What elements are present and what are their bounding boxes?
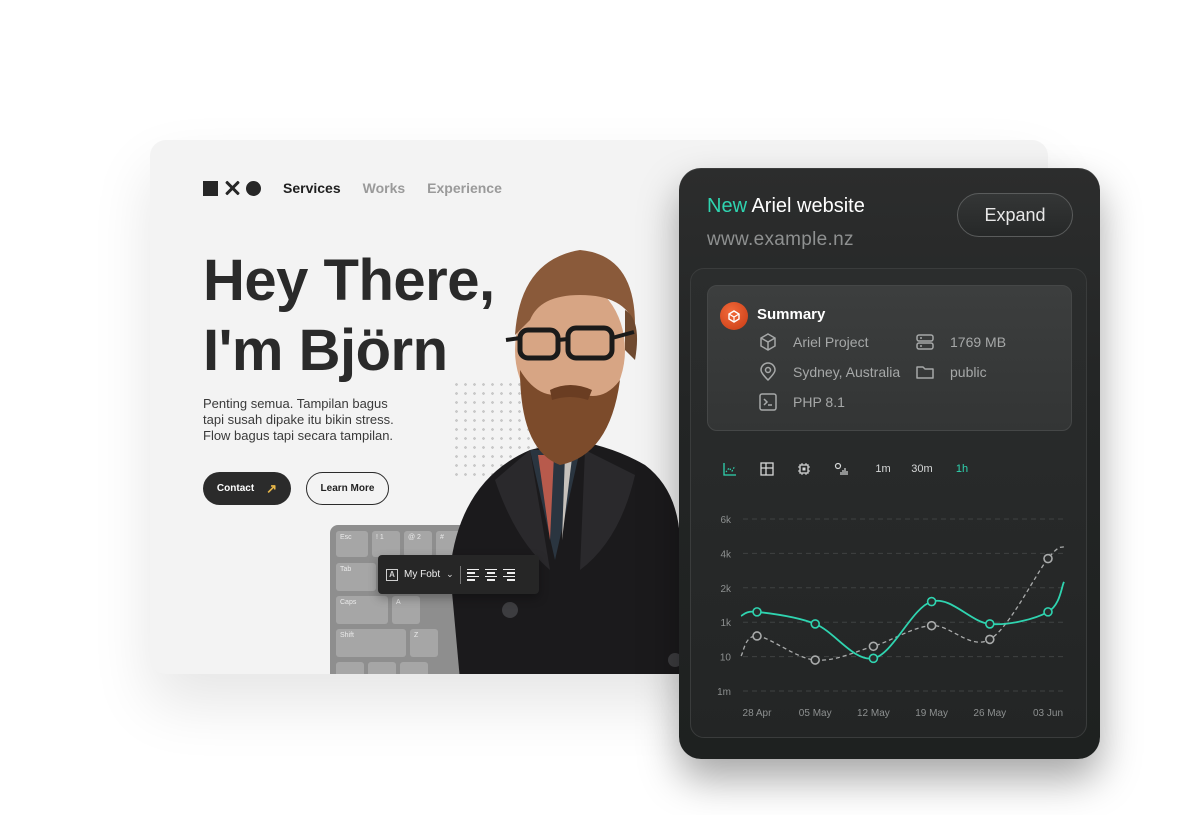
- data-point[interactable]: [1043, 607, 1053, 617]
- usage-line-chart: 1m 10 1k 2k 4k 6k 28 Apr 05 May 12 May 19 May 26 M…: [717, 515, 1065, 719]
- project-row: Ariel Project: [757, 331, 868, 353]
- hero-description: Penting semua. Tampilan bagus tapi susah…: [203, 396, 423, 444]
- hero-description-line-1: Penting semua. Tampilan bagus: [203, 396, 388, 411]
- font-icon[interactable]: A: [386, 568, 398, 581]
- site-logo[interactable]: [203, 180, 261, 196]
- terminal-icon: [757, 391, 779, 413]
- key-shift: Shift: [336, 629, 406, 657]
- nav-services[interactable]: Services: [283, 180, 341, 196]
- data-point[interactable]: [810, 619, 820, 629]
- key-caps: Caps: [336, 596, 388, 624]
- y-tick-label: 4k: [720, 549, 732, 560]
- logo-x-icon: [224, 180, 240, 196]
- server-icon: [914, 331, 936, 353]
- series-line-solid: [740, 581, 1065, 660]
- hero-description-line-2: tapi susah dipake itu bikin stress.: [203, 412, 394, 427]
- x-tick-label: 05 May: [799, 708, 832, 719]
- data-point[interactable]: [868, 641, 879, 652]
- key-a: A: [392, 596, 420, 624]
- hero-description-line-3: Flow bagus tapi secara tampilan.: [203, 428, 394, 443]
- location-value: Sydney, Australia: [793, 364, 901, 380]
- logo-circle-icon: [246, 180, 261, 196]
- storage-value: 1769 MB: [950, 334, 1007, 350]
- learn-more-button[interactable]: Learn More: [306, 472, 389, 505]
- x-tick-label: 03 Jun: [1033, 708, 1063, 719]
- project-badge-icon: [720, 302, 748, 330]
- stage: Services Works Experience Hey There, I'm…: [0, 0, 1194, 815]
- font-name-select[interactable]: My Fobt: [404, 569, 440, 580]
- project-name: Ariel Project: [793, 334, 869, 350]
- line-chart-icon[interactable]: [719, 459, 741, 479]
- portrait-photo: [450, 250, 680, 674]
- range-1m-tab[interactable]: 1m: [872, 459, 894, 479]
- key-tab: Tab: [336, 563, 376, 591]
- x-tick-label: 19 May: [915, 708, 948, 719]
- expand-button[interactable]: Expand: [957, 193, 1073, 237]
- storage-row: 1769 MB: [914, 331, 1006, 353]
- x-tick-label: 12 May: [857, 708, 890, 719]
- runtime-row: PHP 8.1: [757, 391, 845, 413]
- y-tick-label: 6k: [720, 515, 732, 526]
- toolbar-divider: [459, 565, 461, 584]
- x-tick-label: 28 Apr: [743, 708, 773, 719]
- site-url[interactable]: www.example.nz: [707, 229, 854, 251]
- data-point[interactable]: [984, 634, 995, 645]
- font-toolbar: A My Fobt ⌄: [378, 555, 539, 594]
- layout-icon[interactable]: [756, 459, 778, 479]
- data-point[interactable]: [984, 619, 995, 629]
- nav-experience[interactable]: Experience: [427, 180, 502, 196]
- location-pin-icon: [757, 361, 779, 383]
- new-tag: New: [707, 195, 748, 217]
- y-tick-label: 2k: [720, 584, 732, 595]
- deployment-panel: New Ariel website www.example.nz Expand …: [679, 168, 1100, 759]
- y-tick-label: 1m: [717, 687, 731, 698]
- range-30m-tab[interactable]: 30m: [909, 459, 935, 479]
- data-point[interactable]: [810, 655, 820, 665]
- align-left-icon[interactable]: [466, 568, 479, 581]
- summary-title: Summary: [757, 306, 826, 323]
- summary-box: Summary Ariel Project 1769 MB Sydney, Au…: [707, 285, 1072, 431]
- x-tick-label: 26 May: [973, 708, 1006, 719]
- contact-button[interactable]: Contact ↗: [203, 472, 291, 505]
- signal-icon[interactable]: [830, 459, 852, 479]
- logo-square-icon: [203, 180, 218, 196]
- contact-button-label: Contact: [216, 483, 255, 494]
- details-panel: Summary Ariel Project 1769 MB Sydney, Au…: [690, 268, 1087, 738]
- folder-value: public: [950, 364, 987, 380]
- key-blank: [368, 662, 396, 674]
- data-point[interactable]: [1043, 553, 1053, 564]
- nav-works[interactable]: Works: [363, 180, 406, 196]
- y-tick-label: 1k: [720, 618, 732, 629]
- panel-title: New Ariel website: [707, 195, 865, 218]
- cpu-icon[interactable]: [793, 459, 815, 479]
- folder-icon: [914, 361, 936, 383]
- site-nav: Services Works Experience: [203, 180, 524, 196]
- data-point[interactable]: [752, 631, 762, 641]
- folder-row: public: [914, 361, 987, 383]
- data-point[interactable]: [926, 596, 937, 607]
- align-center-icon[interactable]: [484, 568, 497, 581]
- key-esc: Esc: [336, 531, 368, 557]
- key-blank: [336, 662, 364, 674]
- y-tick-label: 10: [720, 653, 732, 664]
- cube-icon: [757, 331, 779, 353]
- chevron-down-icon[interactable]: ⌄: [446, 569, 454, 580]
- data-point[interactable]: [868, 653, 879, 664]
- panel-title-text: Ariel website: [747, 195, 865, 217]
- location-row: Sydney, Australia: [757, 361, 900, 383]
- series-line-dashed: [740, 545, 1065, 661]
- range-1h-tab[interactable]: 1h: [951, 459, 973, 479]
- key-1: ! 1: [372, 531, 400, 557]
- chart-tabs: 1m 30m 1h: [719, 459, 973, 479]
- arrow-up-right-icon: ↗: [266, 480, 278, 496]
- align-right-icon[interactable]: [502, 568, 515, 581]
- runtime-value: PHP 8.1: [793, 394, 845, 410]
- data-point[interactable]: [926, 620, 937, 631]
- data-point[interactable]: [752, 607, 762, 617]
